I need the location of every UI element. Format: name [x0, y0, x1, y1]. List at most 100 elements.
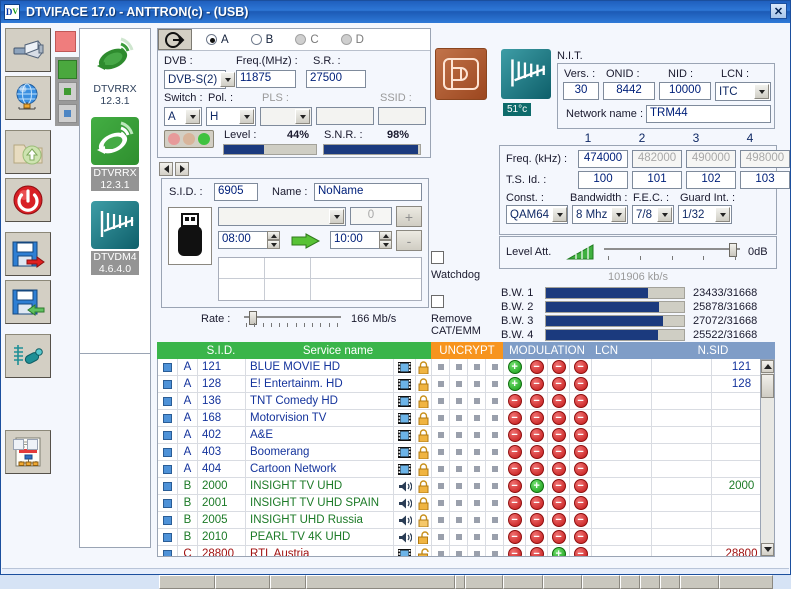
- add-button[interactable]: +: [396, 206, 422, 227]
- row-uncrypt-2[interactable]: [450, 443, 468, 461]
- row-mod-4[interactable]: −: [570, 528, 592, 546]
- row-mod-1[interactable]: −: [504, 511, 526, 529]
- table-row[interactable]: B 2001 INSIGHT TV UHD SPAIN − − − −: [158, 494, 774, 512]
- remove-cat-emm-checkbox[interactable]: [431, 295, 444, 308]
- row-uncrypt-2[interactable]: [450, 392, 468, 410]
- row-mod-3[interactable]: −: [548, 460, 570, 478]
- row-lcn[interactable]: [592, 409, 652, 427]
- start-time-spinner[interactable]: [267, 231, 280, 249]
- onid-input[interactable]: 8442: [603, 82, 655, 100]
- row-lcn[interactable]: [592, 511, 652, 529]
- table-row[interactable]: A 128 E! Entertainm. HD + − − − 128: [158, 375, 774, 393]
- row-mod-2[interactable]: −: [526, 528, 548, 546]
- tuner-apply-button[interactable]: [158, 29, 192, 50]
- epg-count-input[interactable]: 0: [350, 207, 392, 225]
- row-select-cell[interactable]: [158, 392, 178, 410]
- lcn-select[interactable]: ITC: [715, 82, 771, 101]
- row-mod-4[interactable]: −: [570, 426, 592, 444]
- table-row[interactable]: B 2005 INSIGHT UHD Russia − − − −: [158, 511, 774, 529]
- row-uncrypt-3[interactable]: [468, 359, 486, 376]
- row-mod-1[interactable]: −: [504, 426, 526, 444]
- table-row[interactable]: A 168 Motorvision TV − − − −: [158, 409, 774, 427]
- row-lock-icon[interactable]: [416, 511, 432, 529]
- row-mod-1[interactable]: −: [504, 545, 526, 556]
- row-uncrypt-1[interactable]: [432, 528, 450, 546]
- row-lcn[interactable]: [592, 375, 652, 393]
- end-time-spinner[interactable]: [379, 231, 392, 249]
- table-row[interactable]: B 2010 PEARL TV 4K UHD − − − −: [158, 528, 774, 546]
- table-row[interactable]: A 121 BLUE MOVIE HD + − − − 121: [158, 359, 774, 376]
- save-to-device-button[interactable]: [5, 232, 51, 276]
- cam-module-icon[interactable]: [435, 48, 487, 100]
- row-mod-4[interactable]: −: [570, 494, 592, 512]
- fec-select[interactable]: 7/8: [632, 205, 674, 224]
- switch-select[interactable]: A: [164, 107, 202, 126]
- out-freq-4[interactable]: 498000: [740, 150, 790, 168]
- table-row[interactable]: A 403 Boomerang − − − −: [158, 443, 774, 461]
- row-uncrypt-4[interactable]: [486, 494, 504, 512]
- row-mod-4[interactable]: −: [570, 392, 592, 410]
- row-mod-2[interactable]: −: [526, 460, 548, 478]
- table-row[interactable]: A 402 A&E − − − −: [158, 426, 774, 444]
- row-select-cell[interactable]: [158, 477, 178, 495]
- column-resize-strip[interactable]: [159, 575, 774, 589]
- row-select-cell[interactable]: [158, 426, 178, 444]
- th-sid[interactable]: S.I.D.: [197, 342, 245, 359]
- scroll-down-arrow-icon[interactable]: [761, 543, 774, 556]
- row-uncrypt-4[interactable]: [486, 460, 504, 478]
- row-mod-3[interactable]: −: [548, 375, 570, 393]
- network-name-input[interactable]: TRM44: [646, 105, 771, 123]
- row-mod-1[interactable]: −: [504, 409, 526, 427]
- row-uncrypt-4[interactable]: [486, 409, 504, 427]
- row-select-cell[interactable]: [158, 409, 178, 427]
- row-uncrypt-1[interactable]: [432, 545, 450, 556]
- row-uncrypt-1[interactable]: [432, 477, 450, 495]
- device-item-0[interactable]: DTVRRX 12.3.1: [80, 29, 150, 113]
- row-uncrypt-4[interactable]: [486, 375, 504, 393]
- row-mod-2[interactable]: −: [526, 494, 548, 512]
- th-uncrypt[interactable]: UNCRYPT: [431, 342, 503, 359]
- row-mod-1[interactable]: −: [504, 494, 526, 512]
- freq-input[interactable]: 11875: [236, 70, 296, 88]
- chevron-down-icon[interactable]: [220, 72, 236, 87]
- row-mod-1[interactable]: −: [504, 443, 526, 461]
- chevron-down-icon[interactable]: [552, 207, 567, 222]
- tuner-tab-c[interactable]: C: [295, 34, 319, 46]
- row-uncrypt-1[interactable]: [432, 443, 450, 461]
- row-mod-4[interactable]: −: [570, 375, 592, 393]
- row-select-cell[interactable]: [158, 511, 178, 529]
- chevron-down-icon[interactable]: [611, 207, 626, 222]
- row-mod-4[interactable]: −: [570, 409, 592, 427]
- pol-select[interactable]: H: [206, 107, 256, 126]
- chevron-down-icon[interactable]: [329, 209, 344, 224]
- row-mod-2[interactable]: −: [526, 545, 548, 556]
- row-uncrypt-3[interactable]: [468, 545, 486, 556]
- row-select-cell[interactable]: [158, 545, 178, 556]
- level-att-slider[interactable]: [604, 243, 740, 257]
- row-uncrypt-4[interactable]: [486, 528, 504, 546]
- read-from-device-button[interactable]: [5, 280, 51, 324]
- row-lock-icon[interactable]: [416, 359, 432, 376]
- row-uncrypt-4[interactable]: [486, 443, 504, 461]
- row-uncrypt-3[interactable]: [468, 426, 486, 444]
- usb-connect-button[interactable]: [5, 28, 51, 72]
- row-uncrypt-4[interactable]: [486, 359, 504, 376]
- row-uncrypt-4[interactable]: [486, 426, 504, 444]
- row-lock-icon[interactable]: [416, 409, 432, 427]
- table-row[interactable]: A 136 TNT Comedy HD − − − −: [158, 392, 774, 410]
- service-table-body[interactable]: A 121 BLUE MOVIE HD + − − − 121 A 128 E!…: [157, 359, 775, 557]
- row-select-cell[interactable]: [158, 359, 178, 376]
- row-lcn[interactable]: [592, 426, 652, 444]
- row-lcn[interactable]: [592, 392, 652, 410]
- dvb-select[interactable]: DVB-S(2): [164, 70, 236, 89]
- out-ts-4[interactable]: 103: [740, 171, 790, 189]
- start-time-input[interactable]: 08:00: [218, 231, 268, 249]
- row-mod-1[interactable]: +: [504, 359, 526, 376]
- guard-select[interactable]: 1/32: [678, 205, 732, 224]
- chevron-down-icon[interactable]: [715, 207, 730, 222]
- row-select-cell[interactable]: [158, 528, 178, 546]
- out-ts-1[interactable]: 100: [578, 171, 628, 189]
- row-uncrypt-3[interactable]: [468, 443, 486, 461]
- nav-next-button[interactable]: [175, 162, 189, 176]
- row-mod-2[interactable]: −: [526, 359, 548, 376]
